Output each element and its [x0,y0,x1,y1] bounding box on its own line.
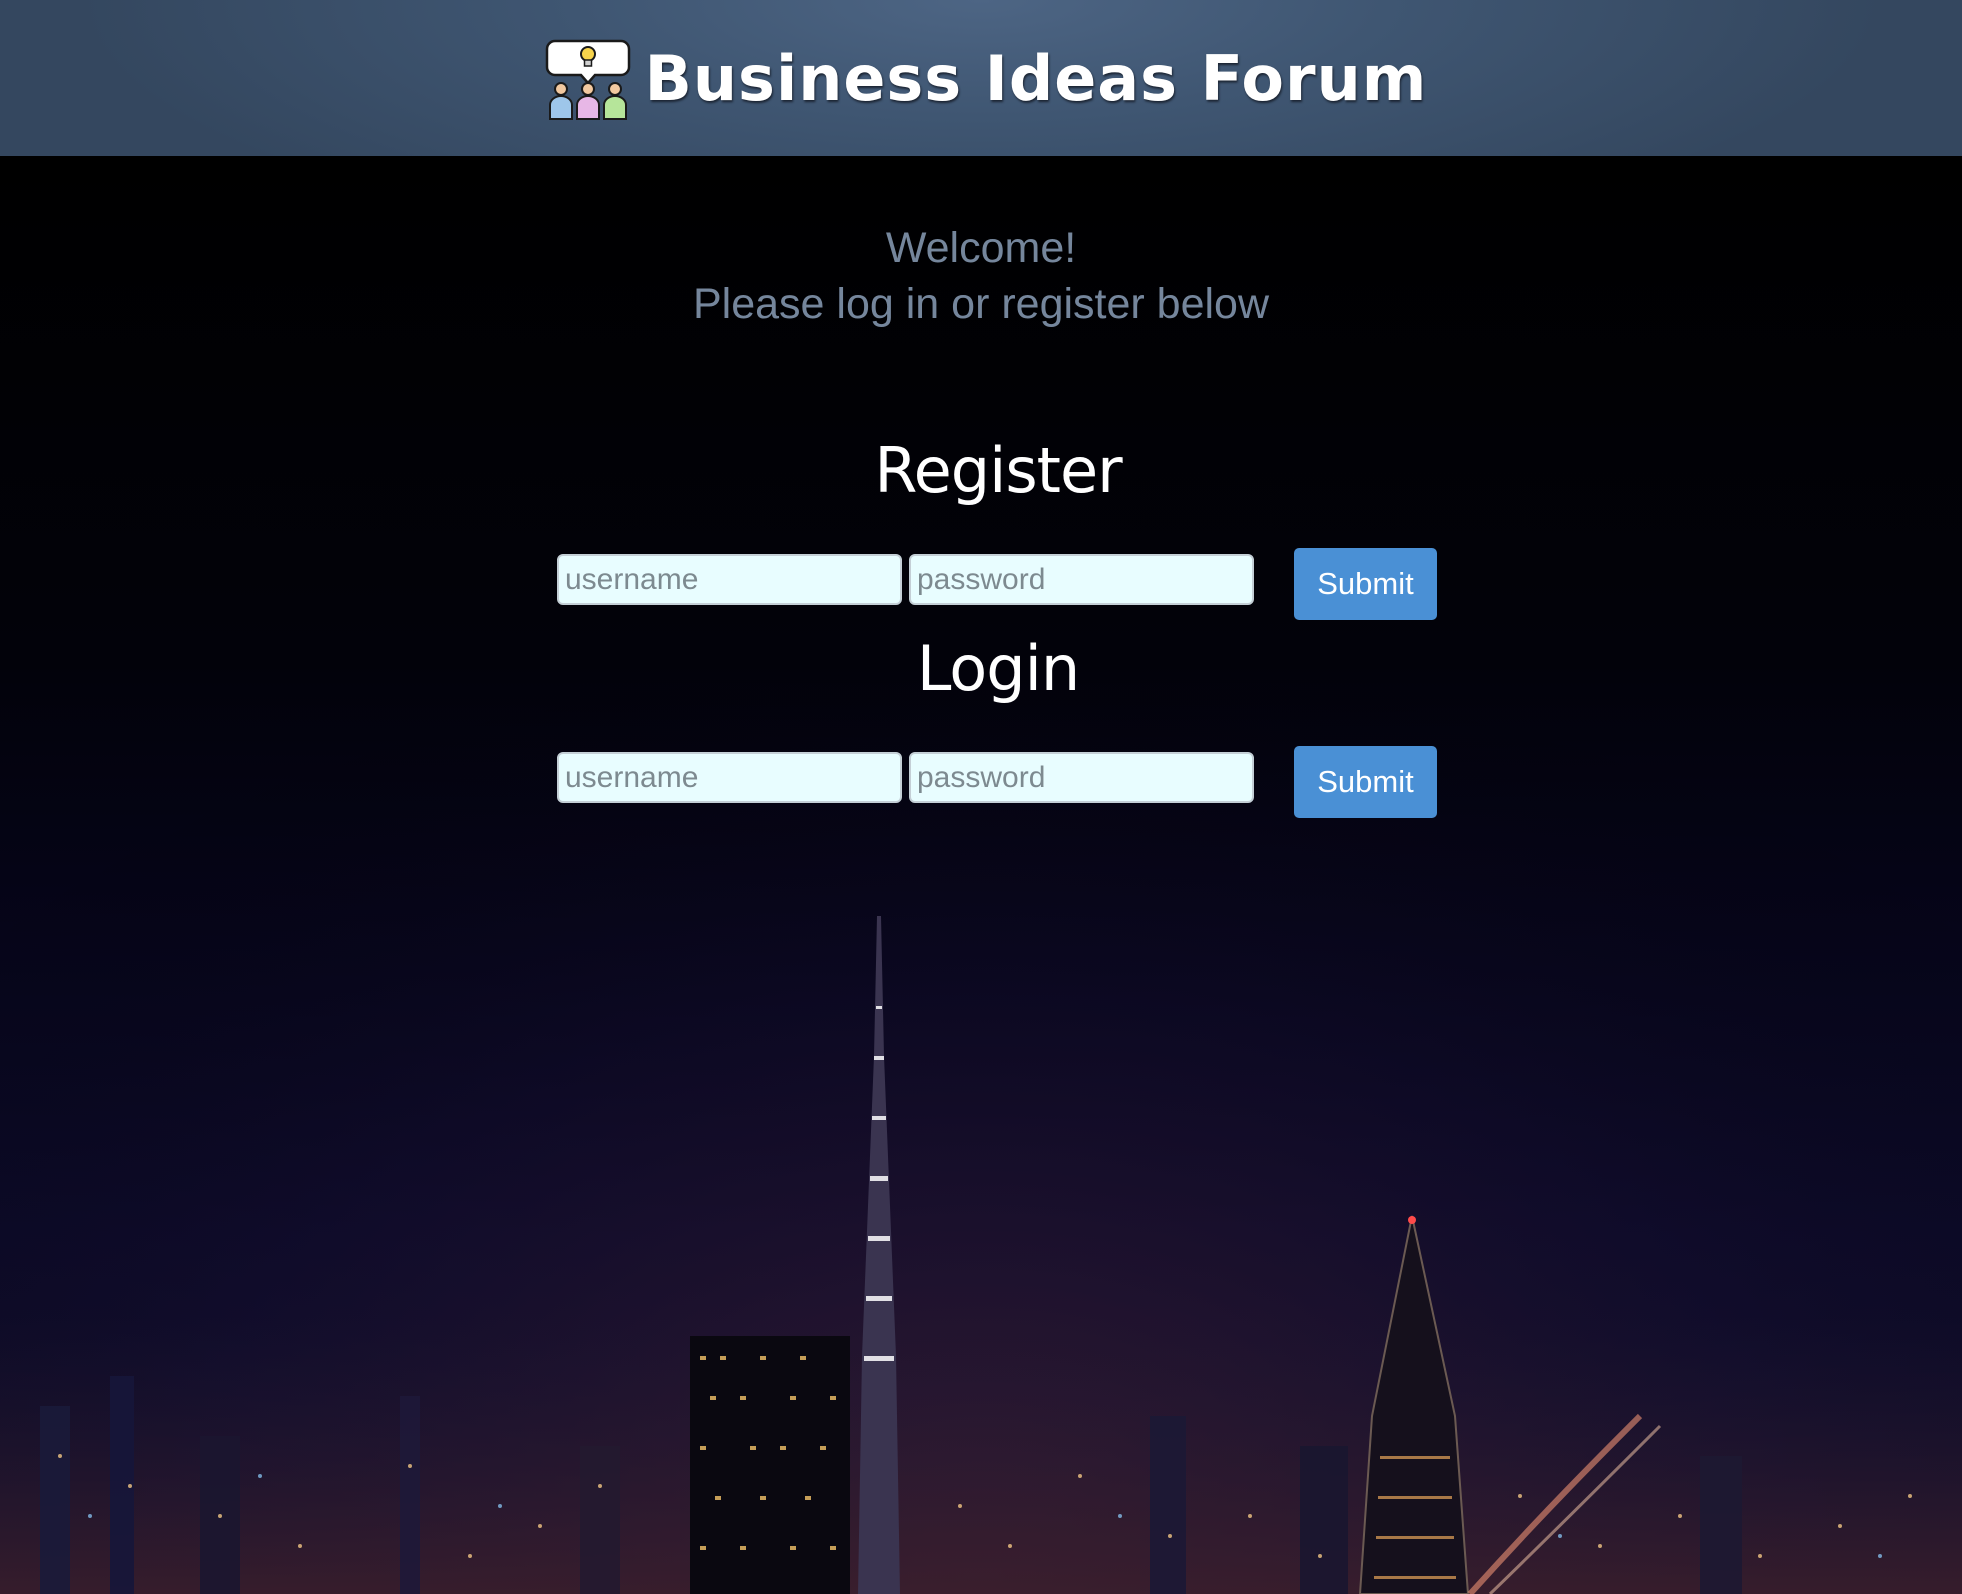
header-brand: Business Ideas Forum [545,35,1428,121]
register-form: Submit [557,548,1437,620]
login-password-input[interactable] [909,752,1254,803]
forum-people-lightbulb-icon [545,39,630,120]
register-password-input[interactable] [909,554,1254,605]
welcome-subheading: Please log in or register below [692,280,1270,328]
login-heading: Login [916,632,1080,705]
register-heading: Register [874,434,1122,507]
login-form: Submit [557,746,1437,818]
site-title: Business Ideas Forum [644,41,1428,115]
register-username-input[interactable] [557,554,902,605]
register-submit-button[interactable]: Submit [1294,548,1437,620]
main-content: Welcome! Please log in or register below… [0,156,1962,1594]
header-bar: Business Ideas Forum [0,0,1962,156]
login-submit-button[interactable]: Submit [1294,746,1437,818]
welcome-heading: Welcome! [885,224,1077,272]
login-username-input[interactable] [557,752,902,803]
welcome-message: Welcome! Please log in or register below [0,220,1962,332]
city-skyline-background-image [0,156,1962,1594]
